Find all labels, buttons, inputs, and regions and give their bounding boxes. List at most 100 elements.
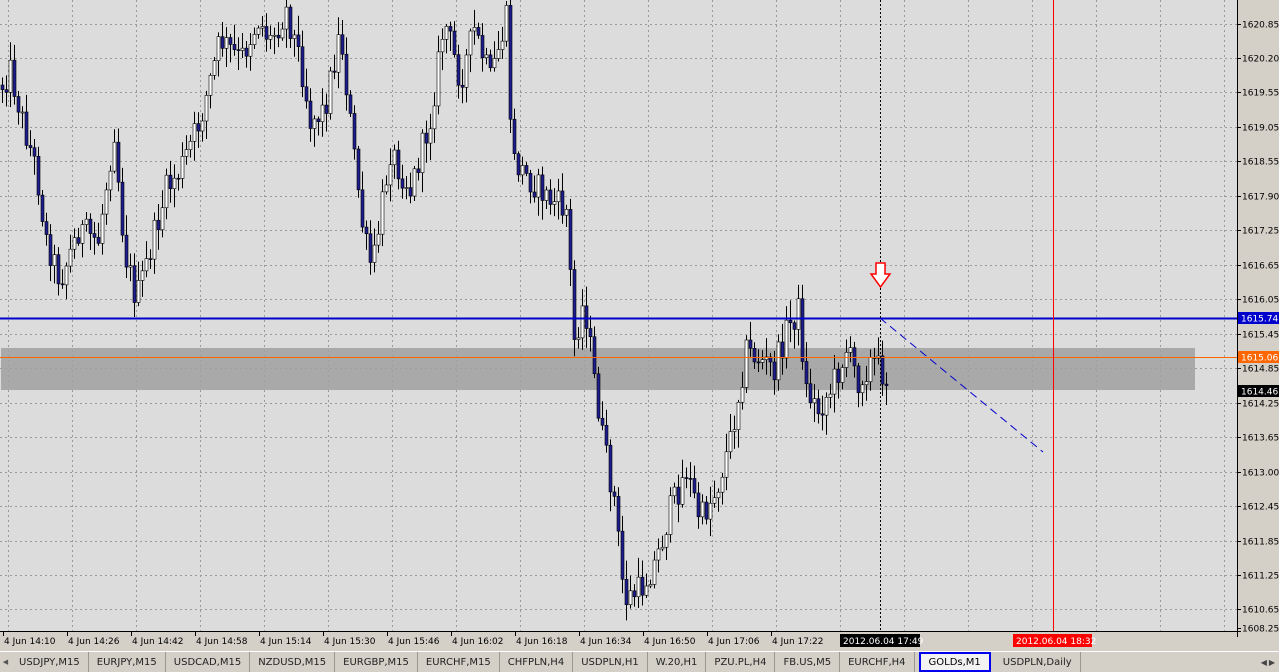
candle-body xyxy=(184,149,189,157)
candle-body xyxy=(832,368,837,395)
candle-body xyxy=(724,451,729,478)
candle-body xyxy=(96,237,101,244)
candle-body xyxy=(588,328,593,338)
candle-body xyxy=(792,322,797,330)
price-chart[interactable]: 1620.85 1620.20 1619.55 1619.05 1618.55 1617.… xyxy=(0,0,1279,651)
candle-body xyxy=(464,54,469,88)
candle-body xyxy=(676,486,681,505)
tab-usdpln-h1[interactable]: USDPLN,H1 xyxy=(573,652,648,672)
tab-eurjpy-m15[interactable]: EURJPY,M15 xyxy=(89,652,166,672)
candle-body xyxy=(516,153,521,176)
candle-body xyxy=(288,6,293,39)
candle-body xyxy=(520,165,525,176)
candle-body xyxy=(168,174,173,189)
candle-body xyxy=(640,576,645,596)
candle-body xyxy=(272,34,277,37)
candle-body xyxy=(104,189,109,215)
candle-body xyxy=(560,190,565,216)
y-tick-label: 1620.85 xyxy=(1242,21,1279,31)
candle-body xyxy=(52,254,57,266)
candle-body xyxy=(404,187,409,189)
candle-body xyxy=(880,355,885,385)
candle-body xyxy=(232,44,237,50)
candle-body xyxy=(648,584,653,587)
candle-body xyxy=(544,189,549,201)
candle-body xyxy=(284,6,289,30)
chart-canvas[interactable]: 1620.85 1620.20 1619.55 1619.05 1618.55 1617.… xyxy=(0,0,1279,651)
candle-body xyxy=(312,118,317,129)
tab-scroll-left-arrow-icon[interactable]: ◀ xyxy=(1261,658,1267,667)
candle-body xyxy=(712,497,717,504)
candle-body xyxy=(208,75,213,96)
candle-body xyxy=(512,118,517,155)
candle-body xyxy=(268,35,273,40)
candle-body xyxy=(452,30,457,55)
candle-body xyxy=(720,476,725,493)
candle-body xyxy=(632,590,637,598)
tab-pzu-pl-h4[interactable]: PZU.PL,H4 xyxy=(706,652,776,672)
candle-body xyxy=(44,221,49,235)
tab-usdcad-m15[interactable]: USDCAD,M15 xyxy=(166,652,251,672)
candle-body xyxy=(240,47,245,51)
candle-body xyxy=(400,178,405,189)
y-tick-label: 1610.65 xyxy=(1242,606,1279,616)
candle-body xyxy=(428,128,433,144)
y-tick-label: 1613.00 xyxy=(1242,469,1279,479)
candle-body xyxy=(320,104,325,122)
candle-body xyxy=(216,36,221,62)
x-tick-label: 4 Jun 17:22 xyxy=(772,637,823,647)
candle-body xyxy=(472,27,477,32)
candle-body xyxy=(344,53,349,96)
candle-body xyxy=(32,147,37,157)
candle-body xyxy=(624,578,629,606)
x-tick-label: 4 Jun 16:34 xyxy=(580,637,632,647)
tab-w-20-h1[interactable]: W.20,H1 xyxy=(648,652,707,672)
tab-eurgbp-m15[interactable]: EURGBP,M15 xyxy=(335,652,418,672)
tab-golds-m1[interactable]: GOLDs,M1 xyxy=(918,652,991,672)
candle-body xyxy=(524,165,529,174)
candle-body xyxy=(200,120,205,132)
candle-body xyxy=(836,368,841,383)
chart-tab-bar: ◀ USDJPY,M15 EURJPY,M15 USDCAD,M15 NZDUSD,M… xyxy=(0,651,1279,672)
candle-body xyxy=(108,170,113,191)
candle-body xyxy=(628,590,633,606)
y-tick-label: 1617.90 xyxy=(1242,193,1279,203)
tab-fb-us-m5[interactable]: FB.US,M5 xyxy=(775,652,841,672)
candle-body xyxy=(760,359,765,363)
x-tick-label: 4 Jun 14:58 xyxy=(196,637,248,647)
candle-body xyxy=(92,233,97,238)
x-tick-label: 4 Jun 16:18 xyxy=(516,637,568,647)
tab-usdpln-daily[interactable]: USDPLN,Daily xyxy=(995,652,1081,672)
candle-body xyxy=(420,132,425,173)
candle-body xyxy=(704,501,709,520)
tab-eurchf-m15[interactable]: EURCHF,M15 xyxy=(418,652,500,672)
candle-body xyxy=(172,177,177,189)
candle-body xyxy=(476,27,481,36)
candle-body xyxy=(788,319,793,324)
tab-usdjpy-m15[interactable]: USDJPY,M15 xyxy=(11,652,89,672)
candle-body xyxy=(136,280,141,303)
candle-body xyxy=(120,181,125,236)
y-tick-label: 1620.20 xyxy=(1242,55,1279,65)
y-tick-label: 1619.05 xyxy=(1242,124,1279,134)
candle-body xyxy=(484,54,489,59)
candle-body xyxy=(568,209,573,270)
tab-chfpln-h4[interactable]: CHFPLN,H4 xyxy=(500,652,574,672)
x-tick-label: 4 Jun 14:42 xyxy=(132,637,183,647)
candle-body xyxy=(24,111,29,146)
candle-body xyxy=(292,34,297,39)
candle-body xyxy=(856,365,861,394)
tab-nzdusd-m15[interactable]: NZDUSD,M15 xyxy=(250,652,336,672)
candle-body xyxy=(536,174,541,198)
tab-scroll-right-arrow-icon[interactable]: ▶ xyxy=(1269,658,1275,667)
candle-body xyxy=(780,341,785,359)
candle-body xyxy=(212,60,217,76)
candle-body xyxy=(440,39,445,53)
candle-body xyxy=(396,149,401,180)
tab-scroll-left-icon[interactable]: ◀ xyxy=(0,652,11,672)
candle-body xyxy=(812,398,817,404)
candle-body xyxy=(744,339,749,388)
candle-body xyxy=(700,501,705,518)
candle-body xyxy=(300,46,305,88)
tab-eurchf-h4[interactable]: EURCHF,H4 xyxy=(840,652,915,672)
